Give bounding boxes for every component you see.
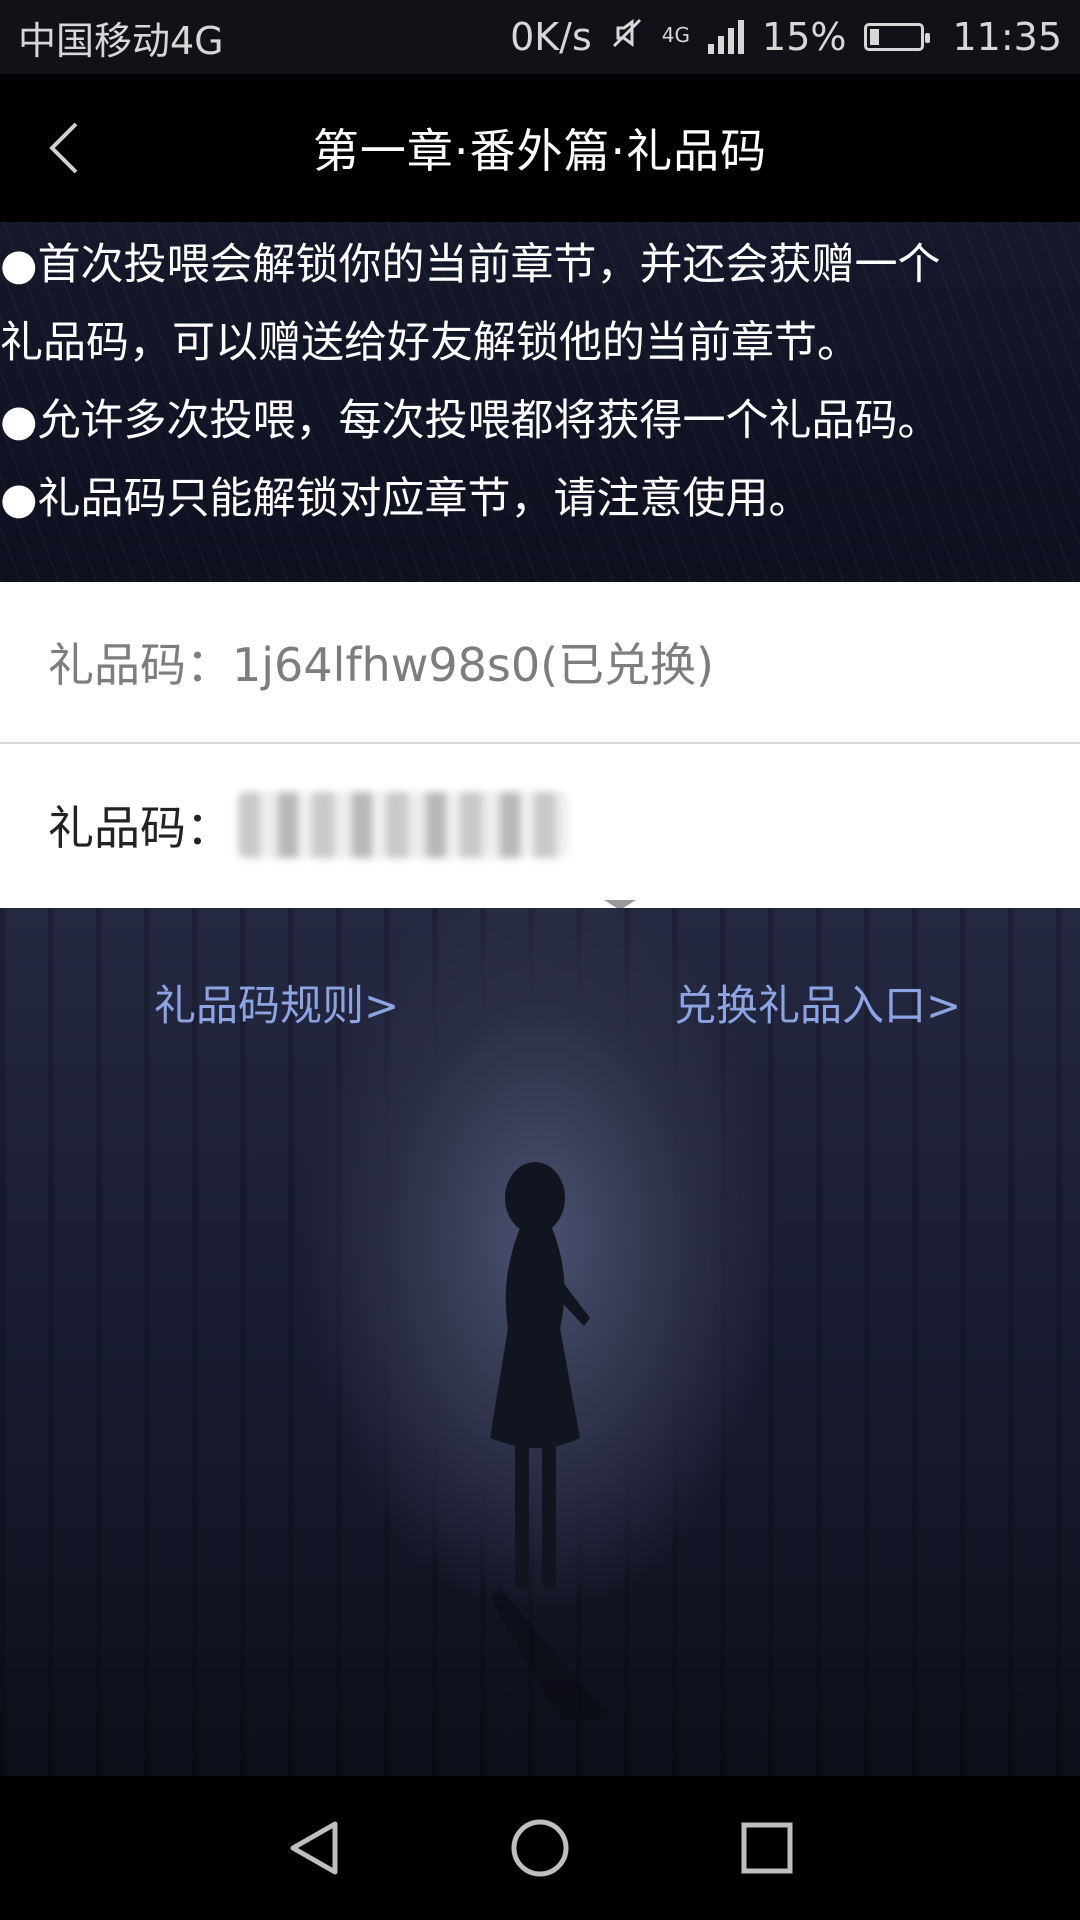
square-recents-icon bbox=[741, 1822, 793, 1874]
gift-code-blurred-value bbox=[238, 792, 568, 858]
notice-line: ●允许多次投喂，每次投喂都将获得一个礼品码。 bbox=[0, 396, 941, 446]
girl-silhouette-image bbox=[490, 1162, 610, 1718]
nav-recents-button[interactable] bbox=[732, 1813, 802, 1883]
mute-icon bbox=[610, 15, 644, 59]
notice-line: ●礼品码只能解锁对应章节，请注意使用。 bbox=[0, 474, 812, 524]
signal-icon bbox=[708, 20, 745, 54]
clock: 11:35 bbox=[952, 15, 1062, 59]
gift-code-redeemed[interactable]: 礼品码： 1j64lfhw98s0(已兑换) bbox=[0, 582, 1080, 744]
gift-code-label: 礼品码： bbox=[48, 801, 232, 855]
battery-icon bbox=[864, 23, 931, 51]
carrier-label: 中国移动4G bbox=[18, 18, 224, 63]
network-type: 4G bbox=[661, 23, 691, 47]
page-title: 第一章·番外篇·礼品码 bbox=[312, 124, 768, 178]
rules-notice: ●首次投喂会解锁你的当前章节，并还会获赠一个 礼品码，可以赠送给好友解锁他的当前… bbox=[0, 222, 1080, 582]
battery-percent: 15% bbox=[762, 15, 847, 59]
gift-code-active[interactable]: 礼品码： bbox=[0, 744, 1080, 906]
redeem-gift-link[interactable]: 兑换礼品入口> bbox=[674, 972, 961, 1033]
system-nav-bar bbox=[0, 1776, 1080, 1920]
gift-code-list: 礼品码： 1j64lfhw98s0(已兑换) 礼品码： bbox=[0, 582, 1080, 910]
triangle-back-icon bbox=[290, 1821, 338, 1875]
notice-line: ●首次投喂会解锁你的当前章节，并还会获赠一个 bbox=[0, 240, 941, 290]
net-speed: 0K/s bbox=[510, 15, 592, 59]
gift-code-label: 礼品码： bbox=[48, 638, 232, 692]
circle-home-icon bbox=[511, 1819, 569, 1877]
back-button[interactable] bbox=[28, 112, 100, 184]
nav-back-button[interactable] bbox=[278, 1813, 348, 1883]
chevron-left-icon bbox=[49, 122, 78, 174]
background-artwork: 礼品码规则> 兑换礼品入口> bbox=[0, 908, 1080, 1776]
notice-line: 礼品码，可以赠送给好友解锁他的当前章节。 bbox=[0, 318, 860, 368]
nav-home-button[interactable] bbox=[505, 1813, 575, 1883]
gift-code-rules-link[interactable]: 礼品码规则> bbox=[154, 972, 399, 1033]
status-bar: 中国移动4G 0K/s 4G 15% 11:35 bbox=[0, 0, 1080, 74]
title-bar: 第一章·番外篇·礼品码 bbox=[0, 74, 1080, 222]
gift-code-value: 1j64lfhw98s0(已兑换) bbox=[232, 638, 714, 692]
